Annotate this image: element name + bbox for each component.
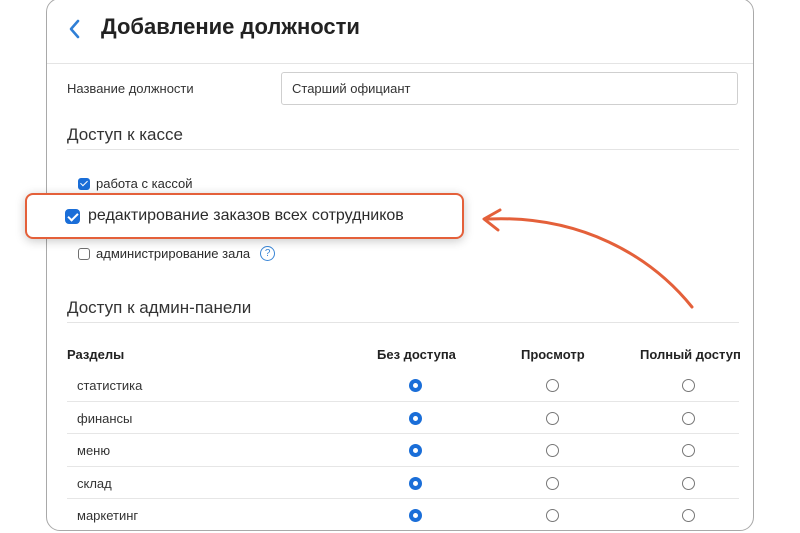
annotation-arrow-icon: [482, 208, 694, 309]
